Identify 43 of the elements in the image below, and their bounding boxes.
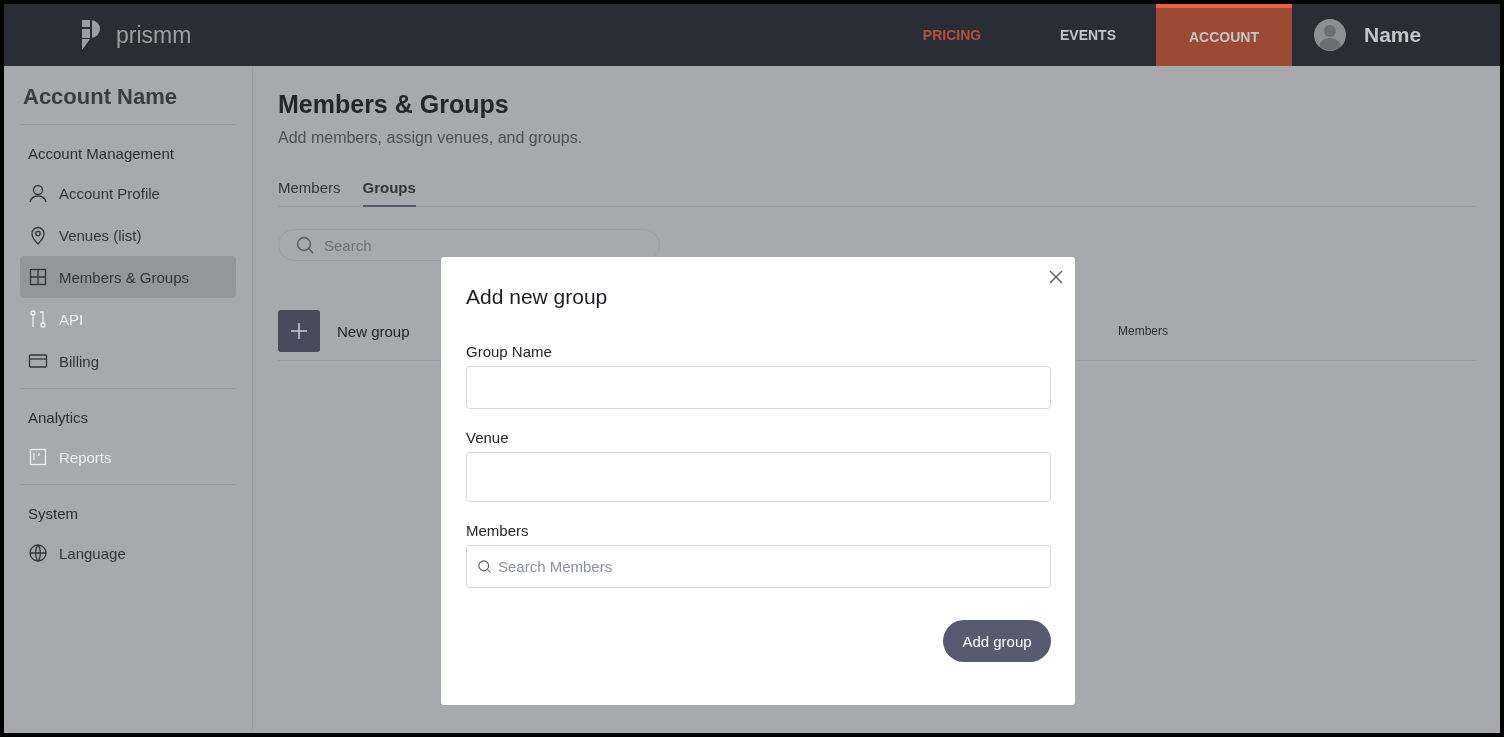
nav-link[interactable]: EVENTS (1020, 4, 1156, 66)
sidebar-item[interactable]: Language (20, 532, 236, 574)
avatar-icon[interactable] (1314, 19, 1346, 51)
brand-name: prismm (116, 21, 192, 49)
grid-icon (28, 267, 48, 287)
close-button[interactable] (1047, 268, 1065, 286)
add-button[interactable] (278, 310, 320, 352)
credit-card-icon (28, 351, 48, 371)
section-heading: Analytics (27, 408, 90, 428)
sidebar-item[interactable]: Members & Groups (20, 256, 236, 298)
page-subtitle: Add members, assign venues, and groups. (278, 129, 584, 147)
branch-icon (28, 309, 48, 329)
sidebar-item[interactable]: Venues (list) (20, 214, 236, 256)
select-field[interactable] (466, 452, 1051, 502)
close-icon (1049, 270, 1063, 284)
tab[interactable]: Groups (362, 179, 416, 207)
nav-link[interactable]: ACCOUNT (1156, 4, 1292, 66)
search-field[interactable]: Search Members (466, 545, 1051, 588)
section-heading: System (27, 504, 79, 524)
new-group-label[interactable]: New group (337, 322, 410, 340)
page-title: Members & Groups (278, 90, 510, 119)
tab[interactable]: Members (278, 179, 341, 207)
sidebar-item[interactable]: Account Profile (20, 172, 236, 214)
add-group-button[interactable]: Add group (943, 620, 1051, 662)
user-name[interactable]: Name (1364, 23, 1422, 47)
board-icon (28, 447, 48, 467)
nav-link[interactable]: PRICING (884, 4, 1020, 66)
column-header: Members (1118, 324, 1168, 338)
search-icon (477, 559, 492, 574)
section-heading: Account Management (27, 144, 175, 164)
search-icon (295, 235, 315, 255)
input-field[interactable] (466, 366, 1051, 409)
user-icon (28, 183, 48, 203)
field-label: Members (466, 522, 530, 539)
sidebar-item[interactable]: Billing (20, 340, 236, 382)
account-name: Account Name (20, 66, 236, 125)
location-pin-icon (28, 225, 48, 245)
logo-icon (80, 19, 102, 51)
globe-icon (28, 543, 48, 563)
plus-icon (290, 322, 308, 340)
field-label: Group Name (466, 343, 553, 360)
modal-title: Add new group (466, 285, 609, 309)
field-label: Venue (466, 429, 510, 446)
